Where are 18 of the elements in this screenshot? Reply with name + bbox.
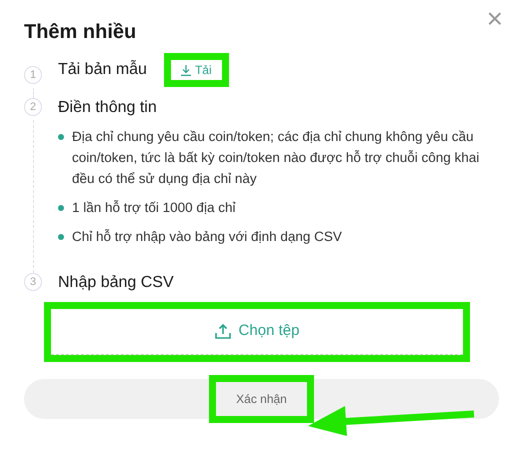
step-number: 2 bbox=[24, 98, 42, 116]
bullet-dot bbox=[58, 234, 64, 240]
bullet-dot bbox=[58, 205, 64, 211]
upload-icon bbox=[214, 324, 231, 339]
step-number: 3 bbox=[24, 273, 42, 291]
confirm-button[interactable]: Xác nhận bbox=[216, 382, 307, 416]
bullet-text: Địa chỉ chung yêu cầu coin/token; các địa chỉ chung không yêu cầu coin/token, tức là bất kỳ coin/token nào được hỗ trợ chuỗi công khai đều có thể sử dụng địa chỉ này bbox=[72, 129, 480, 186]
bullet-text: Chỉ hỗ trợ nhập vào bảng với định dạng CSV bbox=[72, 229, 342, 244]
step-label: Nhập bảng CSV bbox=[58, 273, 174, 293]
bullet-text: 1 lần hỗ trợ tối 1000 địa chỉ bbox=[72, 200, 236, 215]
bullet-dot bbox=[58, 134, 64, 140]
download-button[interactable]: Tải bbox=[170, 60, 222, 80]
dialog-title: Thêm nhiều bbox=[24, 22, 138, 42]
step-label: Điền thông tin bbox=[58, 98, 157, 118]
step-label: Tải bản mẫu bbox=[58, 60, 147, 80]
close-button[interactable]: × bbox=[486, 5, 503, 33]
step-number: 1 bbox=[24, 66, 42, 84]
download-icon bbox=[180, 64, 191, 76]
